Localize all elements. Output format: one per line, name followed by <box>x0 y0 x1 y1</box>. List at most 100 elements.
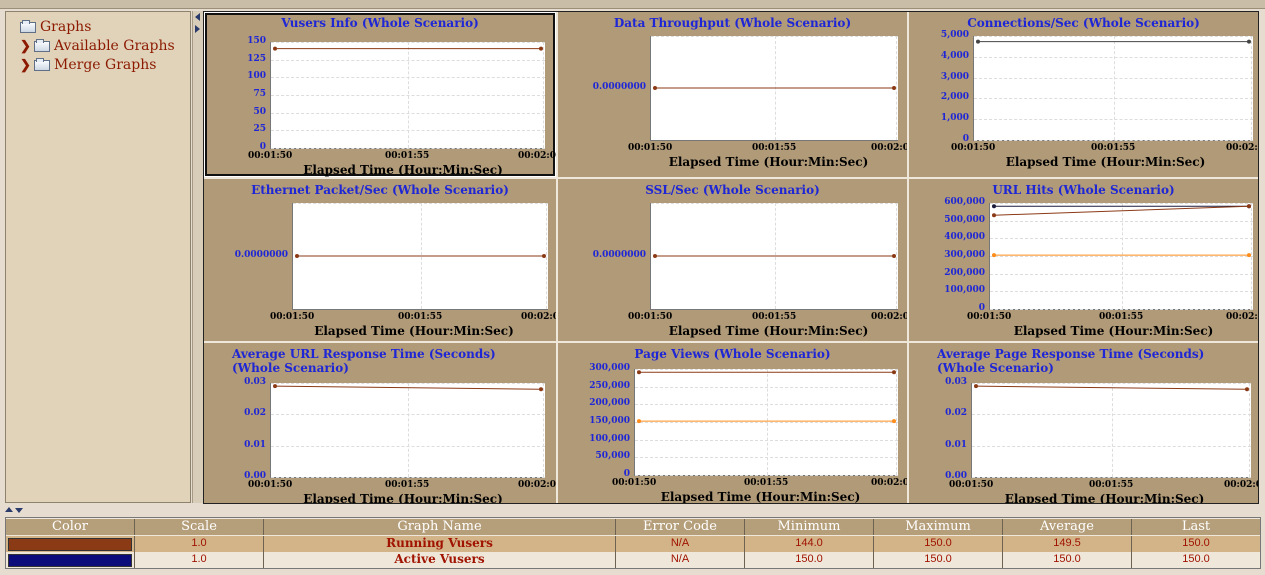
plot-area[interactable] <box>650 203 898 310</box>
plot-area[interactable] <box>989 203 1253 310</box>
gridline <box>972 477 1251 478</box>
expand-down-icon[interactable] <box>15 508 23 513</box>
column-header[interactable]: Scale <box>135 519 264 535</box>
chevron-right-icon[interactable]: ❯ <box>20 58 34 73</box>
data-point[interactable] <box>974 384 978 389</box>
color-swatch <box>8 538 132 551</box>
legend-row-running-vusers[interactable]: 1.0 Running Vusers N/A 144.0 150.0 149.5… <box>6 536 1260 552</box>
gridline <box>990 309 1253 310</box>
series-line[interactable] <box>990 203 1253 309</box>
column-header[interactable]: Last <box>1132 519 1260 535</box>
tree-item-label: Available Graphs <box>54 38 175 54</box>
column-header[interactable]: Maximum <box>874 519 1003 535</box>
data-point[interactable] <box>273 46 277 51</box>
minimum-cell: 144.0 <box>745 536 874 552</box>
series-line[interactable] <box>651 36 898 140</box>
plot-area[interactable] <box>292 203 548 310</box>
graph-panel[interactable]: Average Page Response Time (Seconds) (Wh… <box>909 343 1258 503</box>
x-axis-label: Elapsed Time (Hour:Min:Sec) <box>1013 324 1214 338</box>
expand-right-icon[interactable] <box>195 25 200 33</box>
data-point[interactable] <box>992 253 996 258</box>
graph-panel[interactable]: SSL/Sec (Whole Scenario) 0.0000000 00:01:5… <box>558 179 907 341</box>
data-point[interactable] <box>1247 39 1251 44</box>
legend-header-row: Color Scale Graph Name Error Code Minimu… <box>6 519 1260 535</box>
y-tick-label: 3,000 <box>940 72 969 82</box>
data-point[interactable] <box>539 387 543 392</box>
scale-cell: 1.0 <box>135 536 264 552</box>
column-header[interactable]: Graph Name <box>264 519 616 535</box>
plot-area[interactable] <box>650 36 898 141</box>
plot-area[interactable] <box>270 42 545 149</box>
tree-item-merge-graphs[interactable]: ❯ Merge Graphs <box>20 57 156 73</box>
series-line[interactable] <box>271 383 545 477</box>
data-point[interactable] <box>637 419 641 424</box>
x-axis-label: Elapsed Time (Hour:Min:Sec) <box>303 163 503 177</box>
x-axis-label: Elapsed Time (Hour:Min:Sec) <box>314 324 514 338</box>
x-tick-label: 00:02:0 <box>518 151 556 161</box>
graph-title: Data Throughput (Whole Scenario) <box>613 16 852 30</box>
y-tick-label: 150,000 <box>589 416 630 426</box>
tree-item-available-graphs[interactable]: ❯ Available Graphs <box>20 38 175 54</box>
graph-panel[interactable]: Ethernet Packet/Sec (Whole Scenario) 0.00… <box>204 179 556 341</box>
data-point[interactable] <box>542 254 546 258</box>
data-point[interactable] <box>539 46 543 51</box>
data-point[interactable] <box>976 39 980 44</box>
gridline <box>974 140 1253 141</box>
series-line[interactable] <box>651 203 898 309</box>
graph-panel[interactable]: Connections/Sec (Whole Scenario) 5,000 4,0… <box>909 12 1258 177</box>
x-tick-label: 00:01:50 <box>951 143 996 153</box>
data-point[interactable] <box>653 254 657 258</box>
column-header[interactable]: Color <box>6 519 135 535</box>
y-tick-label: 250,000 <box>589 381 630 391</box>
series-line[interactable] <box>635 369 898 475</box>
plot-area[interactable] <box>270 383 545 478</box>
collapse-up-icon[interactable] <box>5 507 13 512</box>
chevron-right-icon[interactable]: ❯ <box>20 39 34 54</box>
column-header[interactable]: Error Code <box>616 519 745 535</box>
data-point[interactable] <box>653 86 657 90</box>
graph-panel[interactable]: Page Views (Whole Scenario) 300,000 250,00… <box>558 343 907 503</box>
x-axis-label: Elapsed Time (Hour:Min:Sec) <box>1004 492 1205 503</box>
graph-panel[interactable]: Vusers Info (Whole Scenario) 150 125 100 75 5… <box>204 12 556 177</box>
plot-area[interactable] <box>634 369 898 476</box>
error-code-cell: N/A <box>616 536 745 552</box>
horizontal-splitter[interactable] <box>5 507 1261 515</box>
y-tick-label: 5,000 <box>940 30 969 40</box>
legend-row-active-vusers[interactable]: 1.0 Active Vusers N/A 150.0 150.0 150.0 … <box>6 552 1260 568</box>
collapse-left-icon[interactable] <box>195 13 200 21</box>
column-header[interactable]: Minimum <box>745 519 874 535</box>
x-tick-label: 00:01:50 <box>949 480 994 490</box>
x-tick-label: 00:01:55 <box>385 480 430 490</box>
plot-area[interactable] <box>971 383 1251 478</box>
y-tick-label: 0.03 <box>244 377 266 387</box>
legend-table: Color Scale Graph Name Error Code Minimu… <box>5 517 1261 569</box>
x-tick-label: 00:02:0 <box>871 478 907 488</box>
x-tick-label: 00:01:55 <box>385 151 430 161</box>
graph-panel[interactable]: Data Throughput (Whole Scenario) 0.000000… <box>558 12 907 177</box>
data-point[interactable] <box>273 384 277 389</box>
plot-area[interactable] <box>973 36 1253 141</box>
series-line[interactable] <box>972 383 1251 477</box>
y-tick-label: 0.01 <box>244 440 266 450</box>
column-header[interactable]: Average <box>1003 519 1132 535</box>
graph-panel[interactable]: Average URL Response Time (Seconds) (Who… <box>204 343 556 503</box>
data-point[interactable] <box>892 86 896 90</box>
graph-tree[interactable]: Graphs ❯ Available Graphs ❯ Merge Graphs <box>5 11 191 503</box>
data-point[interactable] <box>892 254 896 258</box>
color-swatch-cell[interactable] <box>6 552 135 568</box>
color-swatch-cell[interactable] <box>6 536 135 552</box>
graph-panel[interactable]: URL Hits (Whole Scenario) 600,000 500,000 4… <box>909 179 1258 341</box>
series-line[interactable] <box>293 203 548 309</box>
data-point[interactable] <box>1245 387 1249 392</box>
last-cell: 150.0 <box>1132 536 1260 552</box>
series-line[interactable] <box>974 36 1253 140</box>
x-tick-label: 00:02:0 <box>1226 143 1258 153</box>
data-point[interactable] <box>295 254 299 258</box>
data-point[interactable] <box>892 419 896 424</box>
x-tick-label: 00:02:0 <box>1226 312 1258 322</box>
data-point[interactable] <box>1247 253 1251 258</box>
tree-item-graphs[interactable]: Graphs <box>20 19 91 35</box>
vertical-splitter[interactable] <box>192 11 203 503</box>
series-line[interactable] <box>271 42 545 148</box>
y-tick-label: 300,000 <box>589 363 630 373</box>
